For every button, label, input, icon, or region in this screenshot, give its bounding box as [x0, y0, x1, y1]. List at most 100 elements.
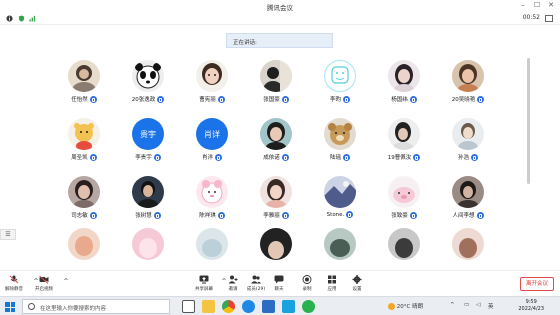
- members-icon: [251, 275, 261, 284]
- avatar: [68, 176, 100, 208]
- share-screen-icon: [199, 275, 209, 284]
- participant-tile[interactable]: 李雅丽: [244, 174, 308, 226]
- participant-tile[interactable]: 张致豪: [372, 174, 436, 226]
- participant-name: 陈祥琪: [199, 213, 216, 219]
- meeting-info-bar: 00:52: [0, 13, 560, 25]
- word-icon[interactable]: [262, 300, 275, 313]
- participant-tile[interactable]: 杨国纬: [372, 58, 436, 110]
- participant-tile[interactable]: 周圣凯: [52, 116, 116, 168]
- shield-icon[interactable]: [18, 15, 25, 22]
- mic-icon: [409, 212, 417, 219]
- chat-label: 聊天: [274, 287, 284, 292]
- participant-tile[interactable]: 贵宇 李贵宇: [116, 116, 180, 168]
- network-icon[interactable]: ▭: [464, 302, 469, 308]
- volume-icon[interactable]: ◁: [476, 302, 480, 308]
- tencent-meeting-icon[interactable]: [282, 300, 295, 313]
- participant-name: 19曹佩汝: [387, 155, 412, 161]
- sun-icon: [388, 303, 395, 310]
- avatar: [452, 60, 484, 92]
- mic-icon: [281, 154, 289, 161]
- settings-button[interactable]: 设置: [343, 275, 371, 292]
- participant-name: 李贵宇: [135, 155, 152, 161]
- participant-tile[interactable]: 曹宪丽: [180, 58, 244, 110]
- start-video-label: 开启视频: [35, 287, 53, 292]
- participant-name: 人间李想: [452, 213, 475, 219]
- edge-icon[interactable]: [242, 300, 255, 313]
- avatar: [452, 228, 484, 260]
- participant-tile[interactable]: 孙浩: [436, 116, 500, 168]
- mic-icon: [281, 96, 289, 103]
- control-bar: 解除静音 ^ 开启视频 ^ 共享屏幕 ^ 邀请 成员(29) 聊天 录制 应用 …: [0, 270, 560, 296]
- participant-name: 张致豪: [391, 213, 408, 219]
- avatar: [324, 118, 356, 150]
- avatar: [132, 60, 164, 92]
- taskbar-search-input[interactable]: 在这里输入你要搜索的内容: [22, 299, 170, 314]
- wechat-icon[interactable]: [302, 300, 315, 313]
- participant-tile[interactable]: 成依诺: [244, 116, 308, 168]
- participant-name: 任怡然: [71, 97, 88, 103]
- chat-button[interactable]: 聊天: [265, 275, 293, 292]
- participant-tile[interactable]: 人间李想: [436, 174, 500, 226]
- avatar: [260, 118, 292, 150]
- close-icon[interactable]: ✕: [545, 1, 557, 9]
- avatar: [452, 118, 484, 150]
- mic-icon: [89, 96, 97, 103]
- participant-name: 成依诺: [263, 155, 280, 161]
- clock[interactable]: 9:59 2022/4/23: [518, 299, 544, 313]
- side-panel-handle[interactable]: ☰: [0, 229, 16, 240]
- participant-name: Stone.: [326, 212, 345, 218]
- participant-tile[interactable]: 李昀: [308, 58, 372, 110]
- weather-widget[interactable]: 20°C 晴朗: [388, 302, 423, 310]
- maximize-icon[interactable]: ☐: [531, 1, 543, 9]
- minimize-icon[interactable]: –: [517, 1, 529, 9]
- avatar: [260, 176, 292, 208]
- tray-chevron-icon[interactable]: ^: [450, 302, 455, 308]
- search-placeholder: 在这里输入你要搜索的内容: [40, 306, 107, 312]
- avatar: [68, 118, 100, 150]
- avatar: [260, 228, 292, 260]
- participant-tile[interactable]: Stone.: [308, 174, 372, 226]
- clock-time: 9:59: [525, 299, 537, 305]
- settings-label: 设置: [352, 287, 362, 292]
- taskbar: 在这里输入你要搜索的内容 20°C 晴朗 ^ ▭ ◁ 英 9:59 2022/4…: [0, 296, 560, 315]
- fullscreen-icon[interactable]: [545, 15, 553, 22]
- chrome-icon[interactable]: [222, 300, 235, 313]
- avatar: [324, 60, 356, 92]
- leave-meeting-button[interactable]: 离开会议: [520, 277, 554, 291]
- chat-icon: [274, 275, 284, 284]
- avatar-text: 肖详: [196, 118, 228, 150]
- grid-scrollbar[interactable]: [527, 58, 530, 184]
- members-label: 成员(29): [246, 287, 266, 292]
- participant-tile[interactable]: 张树慧: [116, 174, 180, 226]
- participant-tile[interactable]: 19曹佩汝: [372, 116, 436, 168]
- participant-tile[interactable]: 陆瑶: [308, 116, 372, 168]
- avatar: [196, 60, 228, 92]
- participant-tile[interactable]: 陈祥琪: [180, 174, 244, 226]
- record-label: 录制: [302, 287, 312, 292]
- title-bar: 腾讯会议 – ☐ ✕: [0, 0, 560, 13]
- participant-name: 陆瑶: [329, 155, 341, 161]
- file-explorer-icon[interactable]: [202, 300, 215, 313]
- participant-tile[interactable]: 司志敏: [52, 174, 116, 226]
- mic-icon: [476, 212, 484, 219]
- mic-icon: [215, 154, 222, 161]
- task-view-icon[interactable]: [182, 300, 195, 313]
- participant-name: 杨国纬: [391, 97, 408, 103]
- participant-tile[interactable]: 20吴晓艳: [436, 58, 500, 110]
- ime-icon[interactable]: 英: [488, 302, 494, 310]
- windows-start-icon[interactable]: [5, 302, 15, 312]
- participant-tile[interactable]: 20张逸政: [116, 58, 180, 110]
- participant-tile[interactable]: 任怡然: [52, 58, 116, 110]
- record-button[interactable]: 录制: [293, 275, 321, 292]
- participant-name: 肖洋: [201, 155, 213, 161]
- participant-tile[interactable]: 肖详 肖洋: [180, 116, 244, 168]
- video-options-chevron[interactable]: ^: [52, 278, 80, 285]
- mic-icon: [281, 212, 289, 219]
- participant-tile[interactable]: 张国豪: [244, 58, 308, 110]
- apps-button[interactable]: 应用: [318, 275, 346, 292]
- info-icon[interactable]: [6, 15, 13, 22]
- weather-text: 20°C 晴朗: [396, 304, 424, 310]
- invite-icon: [228, 275, 238, 284]
- apps-icon: [328, 275, 336, 284]
- mic-icon: [471, 154, 478, 161]
